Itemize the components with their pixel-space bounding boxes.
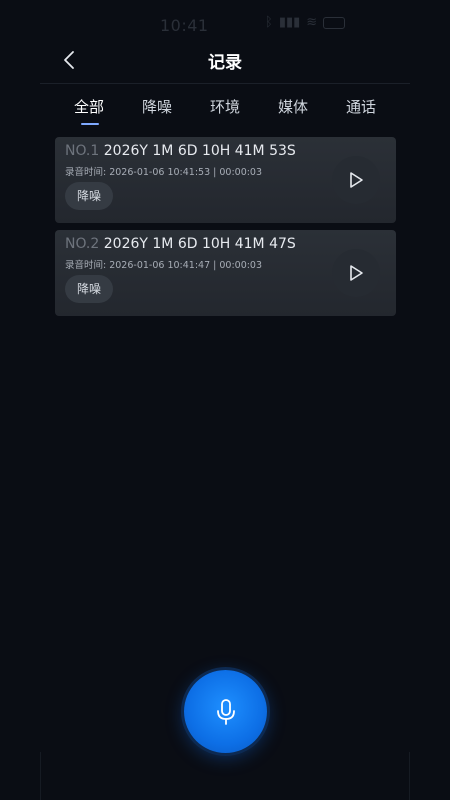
bluetooth-icon: ᛒ: [265, 15, 273, 30]
play-icon: [350, 265, 363, 281]
tab-media[interactable]: 媒体: [278, 96, 308, 117]
play-button[interactable]: [332, 249, 380, 297]
record-mic-button[interactable]: [184, 670, 267, 753]
status-icons: ᛒ ▮▮▮ ≋: [265, 15, 346, 30]
microphone-icon: [216, 698, 235, 725]
page-title: 记录: [208, 53, 242, 73]
tab-all[interactable]: 全部: [74, 96, 104, 117]
record-tag: 降噪: [65, 182, 114, 210]
tab-active-indicator: [81, 123, 99, 125]
record-card[interactable]: NO.2 2026Y 1M 6D 10H 41M 47S 录音时间: 2026-…: [55, 230, 396, 316]
bottom-frame: [40, 752, 410, 800]
record-list: NO.1 2026Y 1M 6D 10H 41M 53S 录音时间: 2026-…: [55, 137, 396, 323]
record-title: NO.2 2026Y 1M 6D 10H 41M 47S: [65, 236, 296, 252]
wifi-icon: ≋: [306, 15, 318, 30]
screen: 10:41 ᛒ ▮▮▮ ≋ 记录 全部 降噪 环境 媒体 通话 NO.1 202…: [0, 0, 450, 800]
tab-bar: 全部 降噪 环境 媒体 通话: [56, 96, 396, 130]
signal-icon: ▮▮▮: [278, 15, 301, 30]
tab-ambient[interactable]: 环境: [210, 96, 240, 117]
record-meta: 录音时间: 2026-01-06 10:41:53 | 00:00:03: [65, 167, 263, 178]
battery-icon: [323, 16, 346, 29]
record-card[interactable]: NO.1 2026Y 1M 6D 10H 41M 53S 录音时间: 2026-…: [55, 137, 396, 223]
record-meta: 录音时间: 2026-01-06 10:41:47 | 00:00:03: [65, 260, 263, 271]
record-title: NO.1 2026Y 1M 6D 10H 41M 53S: [65, 143, 296, 159]
play-icon: [350, 172, 363, 188]
status-time: 10:41: [160, 16, 209, 35]
header: 记录: [40, 40, 410, 84]
play-button[interactable]: [332, 156, 380, 204]
record-tag: 降噪: [65, 275, 114, 303]
tab-call[interactable]: 通话: [346, 96, 376, 117]
record-name: 2026Y 1M 6D 10H 41M 47S: [103, 236, 296, 252]
tab-noise-reduction[interactable]: 降噪: [142, 96, 172, 117]
record-name: 2026Y 1M 6D 10H 41M 53S: [103, 143, 296, 159]
record-number: NO.2: [65, 236, 100, 252]
record-number: NO.1: [65, 143, 100, 159]
